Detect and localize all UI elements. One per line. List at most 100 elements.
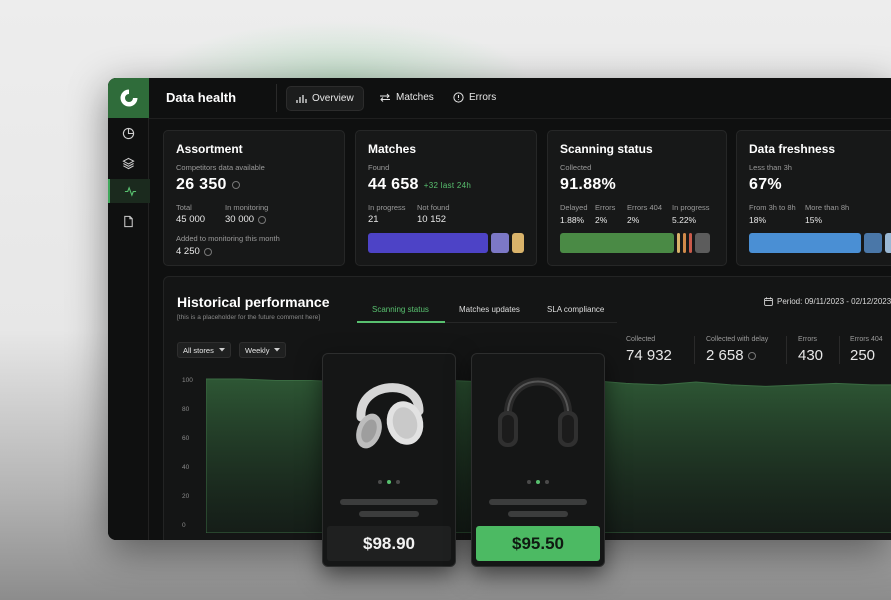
carousel-dot[interactable] [527,480,531,484]
delayed-label: Delayed [560,203,588,212]
total-label: Total [176,203,192,212]
delta-badge: +32 last 24h [423,180,472,190]
interval-select[interactable]: Weekly [239,342,287,358]
y-tick-label: 40 [182,464,190,471]
bar-segment [749,233,862,253]
progress-value: 21 [368,214,379,225]
inprogress-label: In progress [672,203,710,212]
matches-bar [368,233,524,253]
y-tick-label: 80 [182,406,190,413]
added-label: Added to monitoring this month [176,234,280,243]
freshness-bar [749,233,891,253]
assortment-value: 26 350 [176,176,240,194]
logo[interactable] [108,78,149,118]
active-tab-indicator [357,321,445,323]
assortment-card: Assortment Competitors data available 26… [163,130,345,266]
tab-scanning-status[interactable]: Scanning status [372,305,429,314]
errors-label: Errors [595,203,616,212]
tab-errors[interactable]: Errors [444,86,505,109]
stat-value: 250 [850,347,876,364]
chevron-down-icon [274,348,281,352]
placeholder-line [508,511,568,517]
period-picker[interactable]: Period: 09/11/2023 - 02/12/2023 [764,297,891,306]
price-tag: $95.50 [476,526,600,561]
product-card[interactable]: $95.50 [471,353,605,567]
y-tick-label: 20 [182,493,190,500]
price-tag: $98.90 [327,526,451,561]
pie-chart-icon [122,127,134,139]
tab-label: Matches [396,92,434,103]
value-text: 30 000 [225,214,255,225]
card-subtitle: Collected [560,163,592,172]
bar-segment [694,233,711,253]
carousel-dot[interactable] [396,480,400,484]
sidebar-item-documents[interactable] [108,209,148,233]
value-text: 4 250 [176,246,200,257]
bar-segment [560,233,674,253]
stat-label: Errors 404 [850,336,883,343]
info-icon[interactable] [203,247,212,256]
tab-overview[interactable]: Overview [286,86,364,111]
delayed-value: 1.88% [560,215,585,225]
carousel-dot[interactable] [387,480,391,484]
select-value: Weekly [245,345,270,355]
mid-value: 18% [749,215,767,225]
carousel-dots [323,480,455,484]
bar-segment [368,233,488,253]
carousel-dot[interactable] [378,480,382,484]
errors-value: 2% [595,215,608,225]
swap-arrows-icon [380,93,390,102]
store-select[interactable]: All stores [177,342,231,358]
bar-segment [688,233,692,253]
layers-icon [121,157,135,169]
divider [839,336,840,364]
bar-segment [884,233,891,253]
section-title: Historical performance [177,294,330,310]
scanning-card: Scanning status Collected 91.88% Delayed… [547,130,727,266]
y-tick-label: 100 [182,377,193,384]
period-text: Period: 09/11/2023 - 02/12/2023 [777,297,891,306]
scanning-value: 91.88% [560,176,617,193]
main-value: 26 350 [176,176,227,193]
old-value: 15% [805,215,823,225]
info-icon[interactable] [258,215,267,224]
top-bar: Data health Overview Matches Errors [149,78,891,119]
freshness-value: 67% [749,176,782,193]
divider [786,336,787,364]
card-title: Scanning status [560,142,653,156]
carousel-dot[interactable] [545,480,549,484]
chevron-down-icon [218,348,225,352]
stat-label: Errors [798,336,818,343]
inprogress-value: 5.22% [672,215,697,225]
card-subtitle: Competitors data available [176,163,265,172]
placeholder-line [489,499,587,505]
card-subtitle: Less than 3h [749,163,792,172]
tab-sla-compliance[interactable]: SLA compliance [547,305,604,314]
stat-value: 430 [798,347,824,364]
bar-segment [682,233,686,253]
carousel-dot[interactable] [536,480,540,484]
bar-segment [864,233,882,253]
info-icon[interactable] [747,351,756,360]
carousel-dots [472,480,604,484]
tab-matches-updates[interactable]: Matches updates [459,305,520,314]
mid-label: From 3h to 8h [749,203,796,212]
product-card[interactable]: $98.90 [322,353,456,567]
tab-label: Overview [312,93,354,104]
stat-value: 74 932 [626,347,672,364]
white-headphones-image [323,354,455,464]
freshness-card: Data freshness Less than 3h 67% From 3h … [736,130,891,266]
page-title: Data health [166,90,237,105]
sidebar-item-dashboard[interactable] [108,121,148,145]
added-value: 4 250 [176,246,212,257]
document-icon [123,215,133,227]
bar-chart-icon [296,94,307,103]
y-tick-label: 0 [182,522,186,529]
errors404-value: 2% [627,215,640,225]
tab-matches[interactable]: Matches [370,86,443,109]
stat-value: 2 658 [706,347,756,364]
info-icon[interactable] [231,181,240,189]
sidebar-item-layers[interactable] [108,151,148,175]
value-text: 2 658 [706,347,744,364]
sidebar-item-data-health[interactable] [108,179,150,203]
